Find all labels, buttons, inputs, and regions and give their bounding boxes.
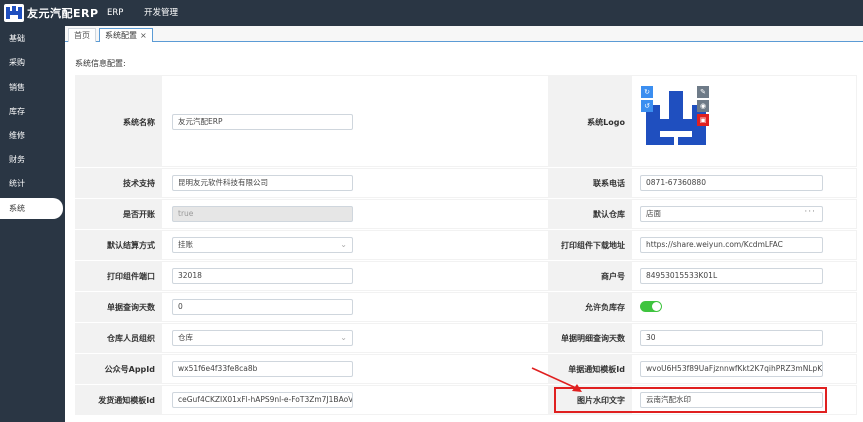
form-row: 打印组件端口 32018 商户号 84953015533K01L [75, 261, 857, 291]
logo-icon [4, 4, 24, 22]
form-row: 单据查询天数 0 允许负库存 [75, 292, 857, 322]
rotate-icon[interactable]: ↺ [641, 100, 653, 112]
sidebar-item-repair[interactable]: 维修 [0, 125, 65, 146]
sidebar: 基础 采购 销售 库存 维修 财务 统计 系统 [0, 26, 65, 422]
default-warehouse-picker[interactable]: 店面 ··· [640, 206, 823, 222]
chevron-down-icon: ⌄ [340, 333, 347, 342]
form-row: 系统名称 友元汽配ERP 系统Logo ↻ ↺ ✎ ◉ ▣ [75, 75, 857, 167]
form-row: 技术支持 昆明友元软件科技有限公司 联系电话 0871-67360880 [75, 168, 857, 198]
system-name-input[interactable]: 友元汽配ERP [172, 114, 353, 130]
form-row: 是否开账 true 默认仓库 店面 ··· [75, 199, 857, 229]
tab-home[interactable]: 首页 [68, 28, 96, 42]
eye-icon[interactable]: ◉ [697, 100, 709, 112]
sidebar-item-statistics[interactable]: 统计 [0, 173, 65, 194]
field-label: 技术支持 [123, 179, 155, 188]
toggle-knob [652, 302, 661, 311]
field-label: 联系电话 [593, 179, 625, 188]
nav-erp[interactable]: ERP [107, 0, 123, 26]
contact-phone-input[interactable]: 0871-67360880 [640, 175, 823, 191]
allow-negative-toggle[interactable] [640, 301, 662, 312]
app-logo[interactable]: 友元汽配ERP [4, 3, 99, 23]
tab-system-config[interactable]: 系统配置 × [99, 28, 153, 42]
section-title: 系统信息配置: [75, 59, 126, 68]
field-label: 单据明细查询天数 [561, 334, 625, 343]
shipping-template-input[interactable]: ceGuf4CKZIX01xFl-hAPS9nl-e-FoT3Zm7J1BAoV… [172, 392, 353, 408]
chevron-down-icon: ⌄ [340, 240, 347, 249]
field-label: 发货通知模板Id [98, 396, 155, 405]
more-icon[interactable]: ··· [804, 207, 816, 219]
sidebar-item-inventory[interactable]: 库存 [0, 101, 65, 122]
merchant-no-input[interactable]: 84953015533K01L [640, 268, 823, 284]
detail-query-days-input[interactable]: 30 [640, 330, 823, 346]
notice-template-input[interactable]: wvoU6H53f89UaFjznnwfKkt2K7qihPRZ3mNLpKot… [640, 361, 823, 377]
default-warehouse-value: 店面 [646, 209, 661, 218]
tab-home-label: 首页 [74, 31, 90, 40]
sidebar-item-system[interactable]: 系统 [0, 198, 63, 219]
sidebar-item-purchase[interactable]: 采购 [0, 52, 65, 73]
nav-dev-management[interactable]: 开发管理 [144, 0, 178, 26]
field-label: 公众号AppId [104, 365, 155, 374]
app-title: 友元汽配ERP [27, 7, 99, 20]
field-label: 默认仓库 [593, 210, 625, 219]
highlight-box [554, 387, 827, 413]
field-panel [632, 293, 856, 321]
annotation-arrow [531, 367, 582, 392]
close-icon[interactable]: × [140, 31, 147, 40]
tab-bar: 首页 系统配置 × [65, 26, 863, 42]
tech-support-input[interactable]: 昆明友元软件科技有限公司 [172, 175, 353, 191]
field-label: 打印组件下载地址 [561, 241, 625, 250]
field-label: 单据查询天数 [107, 303, 155, 312]
field-label: 系统Logo [587, 118, 625, 127]
edit-icon[interactable]: ✎ [697, 86, 709, 98]
field-label: 允许负库存 [585, 303, 625, 312]
appid-input[interactable]: wx51f6e4f33fe8ca8b [172, 361, 353, 377]
field-label: 仓库人员组织 [107, 334, 155, 343]
opened-input: true [172, 206, 353, 222]
warehouse-org-select[interactable]: 仓库 ⌄ [172, 330, 353, 346]
field-label: 默认结算方式 [107, 241, 155, 250]
form-row: 默认结算方式 挂账 ⌄ 打印组件下载地址 https://share.weiyu… [75, 230, 857, 260]
query-days-input[interactable]: 0 [172, 299, 353, 315]
form-row: 仓库人员组织 仓库 ⌄ 单据明细查询天数 30 [75, 323, 857, 353]
field-label: 打印组件端口 [107, 272, 155, 281]
field-label: 商户号 [601, 272, 625, 281]
sidebar-item-finance[interactable]: 财务 [0, 149, 65, 170]
settle-method-select[interactable]: 挂账 ⌄ [172, 237, 353, 253]
field-label: 系统名称 [123, 118, 155, 127]
sidebar-item-sales[interactable]: 销售 [0, 77, 65, 98]
field-label: 是否开账 [123, 210, 155, 219]
settle-method-value: 挂账 [178, 240, 193, 249]
form-row: 公众号AppId wx51f6e4f33fe8ca8b 单据通知模板Id wvo… [75, 354, 857, 384]
main-content: 首页 系统配置 × 系统信息配置: 系统名称 友元汽配ERP 系统Logo ↻ ↺… [65, 26, 863, 422]
warehouse-org-value: 仓库 [178, 333, 193, 342]
tab-system-config-label: 系统配置 [105, 31, 137, 40]
sidebar-item-basic[interactable]: 基础 [0, 28, 65, 49]
refresh-icon[interactable]: ↻ [641, 86, 653, 98]
trash-icon[interactable]: ▣ [697, 114, 709, 126]
print-port-input[interactable]: 32018 [172, 268, 353, 284]
top-bar: 友元汽配ERP ERP 开发管理 [0, 0, 863, 26]
print-download-input[interactable]: https://share.weiyun.com/KcdmLFAC [640, 237, 823, 253]
